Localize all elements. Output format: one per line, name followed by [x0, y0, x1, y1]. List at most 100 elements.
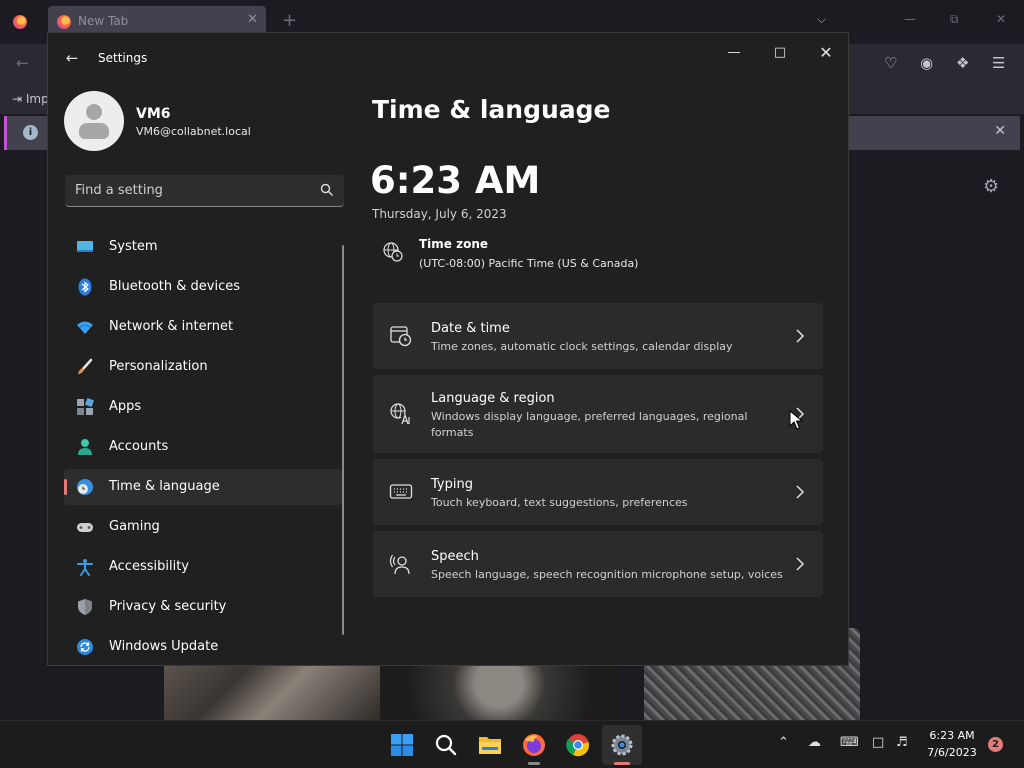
card-description: Time zones, automatic clock settings, ca…	[431, 340, 733, 353]
sidebar-item-label: Network & internet	[109, 319, 234, 334]
sidebar-nav: System Bluetooth & devices Network & int…	[64, 229, 342, 665]
sidebar-item-label: Accounts	[109, 439, 169, 454]
chevron-right-icon	[796, 557, 805, 571]
notification-close-icon[interactable]: ✕	[994, 123, 1006, 139]
sidebar-item-label: Privacy & security	[109, 599, 227, 614]
import-bookmarks-label: Imp	[25, 92, 49, 106]
keyboard-icon	[389, 484, 413, 499]
current-date: Thursday, July 6, 2023	[372, 207, 507, 221]
card-description: Windows display language, preferred lang…	[431, 410, 748, 439]
chevron-right-icon	[796, 485, 805, 499]
settings-titlebar: ← Settings — □ ✕	[48, 33, 848, 83]
sidebar-item-privacy[interactable]: Privacy & security	[64, 589, 342, 625]
person-icon	[78, 439, 92, 455]
show-hidden-icons-chevron-icon[interactable]: ⌃	[778, 735, 789, 750]
language-icon	[390, 403, 412, 425]
update-icon	[77, 639, 93, 655]
sidebar-item-label: Bluetooth & devices	[109, 279, 240, 294]
notification-badge[interactable]: 2	[988, 737, 1003, 752]
settings-window: ← Settings — □ ✕ VM6 VM6@collabnet.local…	[47, 32, 849, 666]
sidebar-item-system[interactable]: System	[64, 229, 342, 265]
avatar[interactable]	[64, 91, 124, 151]
speech-icon	[389, 554, 410, 575]
list-tabs-chevron-icon[interactable]: ⌵	[817, 12, 826, 27]
firefox-menu-icon[interactable]	[13, 15, 27, 29]
back-arrow-icon[interactable]: ←	[60, 47, 84, 71]
newtab-settings-gear-icon[interactable]: ⚙	[983, 176, 999, 197]
page-title: Time & language	[372, 95, 611, 124]
keyboard-tray-icon[interactable]: ⌨	[840, 735, 859, 750]
card-description: Speech language, speech recognition micr…	[431, 568, 783, 581]
search-input[interactable]	[65, 175, 305, 205]
sidebar-item-bluetooth[interactable]: Bluetooth & devices	[64, 269, 342, 305]
profile-email: VM6@collabnet.local	[136, 125, 251, 138]
bluetooth-icon	[78, 278, 92, 296]
card-title: Typing	[431, 477, 473, 492]
network-icon[interactable]: □	[872, 735, 884, 750]
pocket-icon[interactable]: ♡	[884, 54, 897, 72]
sidebar-item-label: Gaming	[109, 519, 160, 534]
browser-back-icon[interactable]: ←	[16, 54, 29, 72]
extensions-icon[interactable]: ❖	[956, 54, 969, 72]
taskbar-clock-date[interactable]: 7/6/2023	[918, 746, 986, 759]
monitor-icon	[77, 241, 93, 252]
card-typing[interactable]: Typing Touch keyboard, text suggestions,…	[373, 459, 823, 525]
account-icon[interactable]: ◉	[920, 54, 933, 72]
import-bookmarks-link[interactable]: ⇥ Imp	[12, 92, 49, 106]
file-explorer-button[interactable]	[470, 725, 510, 765]
maximize-icon[interactable]: □	[760, 39, 800, 67]
onedrive-icon[interactable]: ☁	[808, 735, 821, 750]
running-indicator	[614, 762, 630, 765]
card-description: Touch keyboard, text suggestions, prefer…	[431, 496, 688, 509]
chrome-taskbar-button[interactable]	[558, 725, 598, 765]
card-speech[interactable]: Speech Speech language, speech recogniti…	[373, 531, 823, 597]
browser-menu-icon[interactable]: ☰	[992, 54, 1005, 72]
taskbar-search-button[interactable]	[426, 725, 466, 765]
start-button[interactable]	[382, 725, 422, 765]
calendar-clock-icon	[390, 326, 412, 347]
sidebar-item-accounts[interactable]: Accounts	[64, 429, 342, 465]
globe-clock-outline-icon	[383, 242, 403, 262]
avatar-body	[79, 123, 109, 139]
apps-icon	[77, 398, 94, 415]
chevron-right-icon	[796, 329, 805, 343]
info-icon: i	[23, 125, 38, 140]
card-language-region[interactable]: Language & region Windows display langua…	[373, 375, 823, 453]
browser-tab-title: New Tab	[78, 14, 129, 28]
sidebar-item-network[interactable]: Network & internet	[64, 309, 342, 345]
browser-restore-icon[interactable]: ⧉	[950, 12, 959, 27]
search-icon[interactable]	[320, 183, 334, 197]
firefox-taskbar-button[interactable]	[514, 725, 554, 765]
card-date-time[interactable]: Date & time Time zones, automatic clock …	[373, 303, 823, 369]
card-title: Date & time	[431, 321, 510, 336]
start-icon	[391, 734, 413, 756]
sidebar-item-label: Windows Update	[109, 639, 219, 654]
browser-tab-close-icon[interactable]: ✕	[247, 12, 258, 27]
sidebar-item-windows-update[interactable]: Windows Update	[64, 629, 342, 665]
sidebar-item-time-language[interactable]: Time & language	[64, 469, 342, 505]
card-title: Language & region	[431, 391, 555, 406]
sidebar-item-accessibility[interactable]: Accessibility	[64, 549, 342, 585]
volume-icon[interactable]: ♬	[896, 735, 908, 750]
sidebar-item-personalization[interactable]: Personalization	[64, 349, 342, 385]
globe-clock-icon	[77, 479, 93, 495]
settings-taskbar-button[interactable]	[602, 725, 642, 765]
card-title: Speech	[431, 549, 479, 564]
browser-close-icon[interactable]: ✕	[996, 12, 1006, 26]
settings-icon	[611, 734, 633, 756]
browser-minimize-icon[interactable]: —	[904, 12, 916, 26]
taskbar-clock-time[interactable]: 6:23 AM	[918, 729, 986, 742]
sidebar-item-apps[interactable]: Apps	[64, 389, 342, 425]
file-explorer-icon	[479, 737, 501, 754]
avatar-head	[86, 104, 102, 120]
sidebar-scrollbar[interactable]	[342, 245, 344, 635]
search-box	[65, 175, 344, 207]
new-tab-button[interactable]: +	[282, 10, 297, 31]
app-title: Settings	[98, 51, 148, 65]
close-icon[interactable]: ✕	[806, 39, 846, 67]
chrome-icon	[566, 734, 589, 757]
sidebar-item-label: Accessibility	[109, 559, 189, 574]
minimize-icon[interactable]: —	[714, 39, 754, 67]
sidebar-item-gaming[interactable]: Gaming	[64, 509, 342, 545]
sidebar-item-label: Personalization	[109, 359, 208, 374]
